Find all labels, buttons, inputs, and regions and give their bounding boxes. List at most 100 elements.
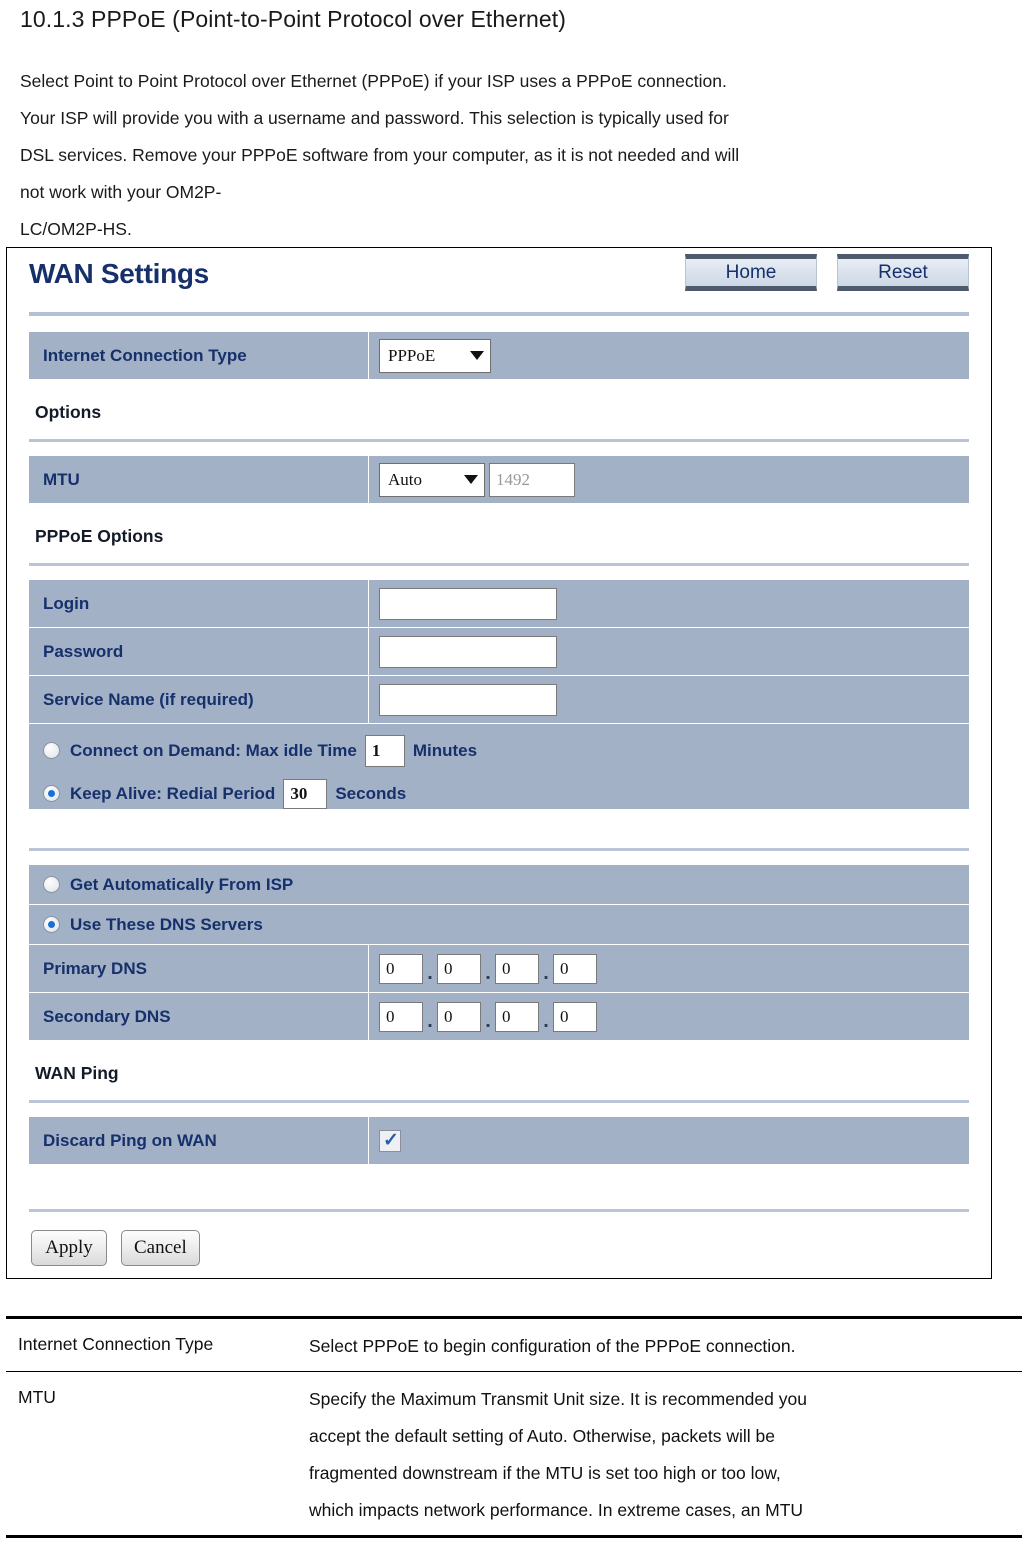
intro-line-3: DSL services. Remove your PPPoE software… bbox=[20, 145, 740, 165]
password-field bbox=[369, 628, 969, 675]
row-password: Password bbox=[29, 628, 969, 676]
secondary-dns-octet-1[interactable]: 0 bbox=[379, 1001, 423, 1032]
radio-icon-keep-alive[interactable] bbox=[43, 785, 60, 802]
max-idle-time-unit: Minutes bbox=[412, 740, 478, 760]
login-field bbox=[369, 580, 969, 627]
radio-icon-connect-on-demand[interactable] bbox=[43, 742, 60, 759]
primary-dns-octets: 0 . 0 . 0 . 0 bbox=[379, 953, 597, 984]
term-line: Internet Connection bbox=[18, 1334, 171, 1354]
definition-line: Specify the Maximum Transmit Unit size. … bbox=[309, 1389, 807, 1409]
cancel-button[interactable]: Cancel bbox=[121, 1230, 200, 1266]
page-title: WAN Settings bbox=[29, 258, 209, 289]
internet-connection-type-field: PPPoE bbox=[369, 332, 969, 379]
discard-ping-label: Discard Ping on WAN bbox=[29, 1117, 369, 1164]
service-name-field bbox=[369, 676, 969, 723]
dns-manual-row[interactable]: Use These DNS Servers bbox=[29, 905, 263, 945]
secondary-dns-octet-2[interactable]: 0 bbox=[437, 1001, 481, 1032]
definition-line: Select PPPoE to begin configuration of t… bbox=[309, 1336, 796, 1356]
keep-alive-option[interactable]: Keep Alive: Redial Period 30 Seconds bbox=[29, 772, 969, 815]
row-internet-connection-type: Internet Connection Type PPPoE bbox=[29, 332, 969, 380]
radio-icon-dns-auto[interactable] bbox=[43, 876, 60, 893]
secondary-dns-octet-4[interactable]: 0 bbox=[553, 1001, 597, 1032]
definition-mtu: Specify the Maximum Transmit Unit size. … bbox=[291, 1372, 1022, 1535]
table-row: MTU Specify the Maximum Transmit Unit si… bbox=[6, 1372, 1022, 1535]
chevron-down-icon bbox=[464, 475, 478, 484]
max-idle-time-input[interactable]: 1 bbox=[364, 734, 405, 767]
discard-ping-field: ✓ bbox=[369, 1117, 969, 1164]
dns-section-rule bbox=[29, 848, 969, 851]
primary-dns-octet-1[interactable]: 0 bbox=[379, 953, 423, 984]
chevron-down-icon bbox=[470, 351, 484, 360]
action-button-group: Apply Cancel bbox=[21, 1212, 977, 1266]
definition-line: fragmented downstream if the MTU is set … bbox=[309, 1463, 781, 1483]
internet-connection-type-label: Internet Connection Type bbox=[29, 332, 369, 379]
term-line: MTU bbox=[18, 1387, 56, 1407]
apply-button[interactable]: Apply bbox=[31, 1230, 107, 1266]
mtu-value-input[interactable]: 1492 bbox=[489, 462, 575, 497]
row-mtu: MTU Auto 1492 bbox=[29, 456, 969, 504]
definition-line: accept the default setting of Auto. Othe… bbox=[309, 1426, 775, 1446]
row-connection-mode: Connect on Demand: Max idle Time 1 Minut… bbox=[29, 724, 969, 810]
secondary-dns-octet-3[interactable]: 0 bbox=[495, 1001, 539, 1032]
primary-dns-octet-2[interactable]: 0 bbox=[437, 953, 481, 984]
document-intro: 10.1.3 PPPoE (Point-to-Point Protocol ov… bbox=[0, 6, 1036, 248]
connect-on-demand-option[interactable]: Connect on Demand: Max idle Time 1 Minut… bbox=[29, 729, 969, 772]
secondary-dns-octets: 0 . 0 . 0 . 0 bbox=[379, 1001, 597, 1032]
reset-button[interactable]: Reset bbox=[837, 254, 969, 291]
wan-ping-section-rule bbox=[29, 1100, 969, 1103]
secondary-dns-label: Secondary DNS bbox=[29, 993, 369, 1040]
intro-line-1: Select Point to Point Protocol over Ethe… bbox=[20, 71, 727, 91]
dns-separator: . bbox=[543, 961, 549, 984]
dns-manual-label: Use These DNS Servers bbox=[70, 914, 263, 934]
dns-auto-label: Get Automatically From ISP bbox=[70, 874, 294, 894]
service-name-input[interactable] bbox=[379, 683, 557, 716]
definition-line: which impacts network performance. In ex… bbox=[309, 1500, 804, 1520]
service-name-label: Service Name (if required) bbox=[29, 676, 369, 723]
intro-line-5: LC/OM2P-HS. bbox=[20, 219, 132, 239]
password-label: Password bbox=[29, 628, 369, 675]
definition-internet-connection-type: Select PPPoE to begin configuration of t… bbox=[291, 1319, 1022, 1371]
intro-line-2: Your ISP will provide you with a usernam… bbox=[20, 108, 729, 128]
primary-dns-octet-4[interactable]: 0 bbox=[553, 953, 597, 984]
header-button-group: Home Reset bbox=[685, 254, 969, 291]
dns-separator: . bbox=[485, 1009, 491, 1032]
mtu-mode-select[interactable]: Auto bbox=[379, 462, 485, 497]
table-row: Internet Connection Type Select PPPoE to… bbox=[6, 1319, 1022, 1372]
redial-period-unit: Seconds bbox=[335, 783, 407, 803]
internet-connection-type-select[interactable]: PPPoE bbox=[379, 338, 491, 373]
connect-on-demand-label: Connect on Demand: Max idle Time bbox=[70, 740, 357, 760]
primary-dns-label: Primary DNS bbox=[29, 945, 369, 992]
discard-ping-checkbox[interactable]: ✓ bbox=[379, 1129, 401, 1152]
term-line: Type bbox=[175, 1334, 214, 1354]
intro-paragraph: Select Point to Point Protocol over Ethe… bbox=[20, 63, 1032, 248]
row-primary-dns: Primary DNS 0 . 0 . 0 . 0 bbox=[29, 945, 969, 993]
redial-period-input[interactable]: 30 bbox=[283, 778, 328, 809]
field-description-table: Internet Connection Type Select PPPoE to… bbox=[6, 1316, 1022, 1538]
dns-manual-option[interactable]: Use These DNS Servers bbox=[29, 905, 969, 945]
primary-dns-octet-3[interactable]: 0 bbox=[495, 953, 539, 984]
home-button[interactable]: Home bbox=[685, 254, 817, 291]
password-input[interactable] bbox=[379, 635, 557, 668]
mtu-label: MTU bbox=[29, 456, 369, 503]
login-input[interactable] bbox=[379, 587, 557, 620]
section-heading: 10.1.3 PPPoE (Point-to-Point Protocol ov… bbox=[20, 6, 566, 32]
radio-icon-dns-manual[interactable] bbox=[43, 916, 60, 933]
pppoe-options-section-title: PPPoE Options bbox=[35, 526, 164, 546]
mtu-field: Auto 1492 bbox=[369, 456, 969, 503]
row-login: Login bbox=[29, 580, 969, 628]
dns-auto-row[interactable]: Get Automatically From ISP bbox=[29, 865, 293, 905]
row-service-name: Service Name (if required) bbox=[29, 676, 969, 724]
check-icon: ✓ bbox=[383, 1129, 399, 1151]
term-internet-connection-type: Internet Connection Type bbox=[6, 1319, 291, 1371]
dns-separator: . bbox=[427, 1009, 433, 1032]
wan-ping-section-title: WAN Ping bbox=[35, 1063, 119, 1083]
mtu-mode-value: Auto bbox=[388, 469, 422, 489]
internet-connection-type-value: PPPoE bbox=[388, 345, 436, 365]
term-mtu: MTU bbox=[6, 1372, 291, 1535]
row-secondary-dns: Secondary DNS 0 . 0 . 0 . 0 bbox=[29, 993, 969, 1041]
intro-line-4: not work with your OM2P- bbox=[20, 182, 222, 202]
dns-auto-option[interactable]: Get Automatically From ISP bbox=[29, 865, 969, 905]
